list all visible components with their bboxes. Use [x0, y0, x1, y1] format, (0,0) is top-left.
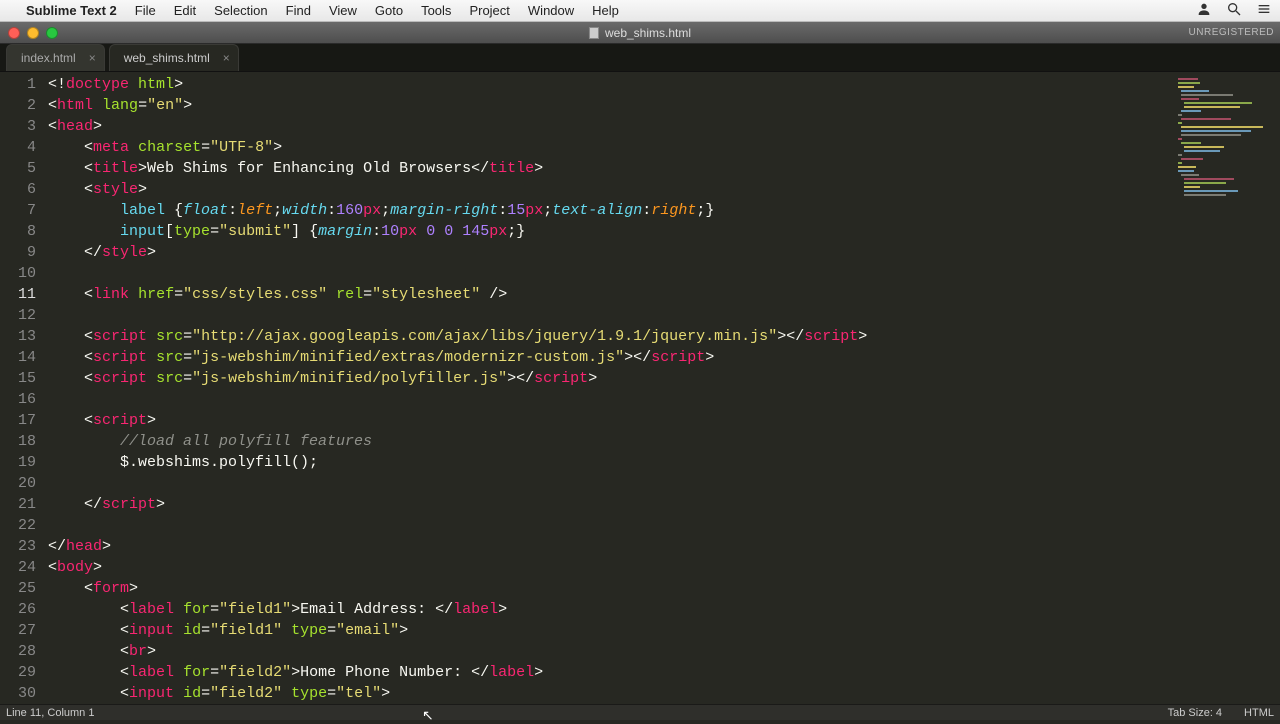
document-icon — [589, 27, 599, 39]
menu-icon[interactable] — [1256, 1, 1272, 20]
menu-view[interactable]: View — [329, 3, 357, 18]
menu-file[interactable]: File — [135, 3, 156, 18]
mac-menubar: Sublime Text 2 File Edit Selection Find … — [0, 0, 1280, 22]
tab-label: index.html — [21, 51, 76, 65]
search-icon[interactable] — [1226, 1, 1242, 20]
menu-goto[interactable]: Goto — [375, 3, 403, 18]
user-icon[interactable] — [1196, 1, 1212, 20]
menu-selection[interactable]: Selection — [214, 3, 267, 18]
menu-window[interactable]: Window — [528, 3, 574, 18]
window-title: web_shims.html — [589, 26, 691, 40]
editor[interactable]: 1234567891011121314151617181920212223242… — [0, 72, 1280, 704]
cursor-position: Line 11, Column 1 — [6, 707, 94, 719]
minimap[interactable] — [1170, 72, 1280, 704]
tab-index-html[interactable]: index.html × — [6, 44, 105, 71]
line-number-gutter: 1234567891011121314151617181920212223242… — [0, 72, 48, 704]
app-name[interactable]: Sublime Text 2 — [26, 3, 117, 18]
window-title-text: web_shims.html — [605, 26, 691, 40]
syntax-mode[interactable]: HTML — [1244, 707, 1274, 719]
menu-tools[interactable]: Tools — [421, 3, 451, 18]
close-icon[interactable]: × — [223, 51, 230, 65]
menu-help[interactable]: Help — [592, 3, 619, 18]
tab-label: web_shims.html — [124, 51, 210, 65]
status-bar: Line 11, Column 1 Tab Size: 4 HTML — [0, 704, 1280, 720]
menu-edit[interactable]: Edit — [174, 3, 196, 18]
tab-size[interactable]: Tab Size: 4 — [1168, 707, 1222, 719]
window-titlebar: web_shims.html UNREGISTERED — [0, 22, 1280, 44]
code-area[interactable]: <!doctype html><html lang="en"><head> <m… — [48, 72, 1170, 704]
unregistered-label: UNREGISTERED — [1189, 27, 1274, 38]
close-window-button[interactable] — [8, 27, 20, 39]
menu-find[interactable]: Find — [286, 3, 311, 18]
minimize-window-button[interactable] — [27, 27, 39, 39]
close-icon[interactable]: × — [89, 51, 96, 65]
menu-project[interactable]: Project — [469, 3, 509, 18]
tab-web-shims-html[interactable]: web_shims.html × — [109, 44, 239, 71]
zoom-window-button[interactable] — [46, 27, 58, 39]
tab-bar: index.html × web_shims.html × — [0, 44, 1280, 72]
